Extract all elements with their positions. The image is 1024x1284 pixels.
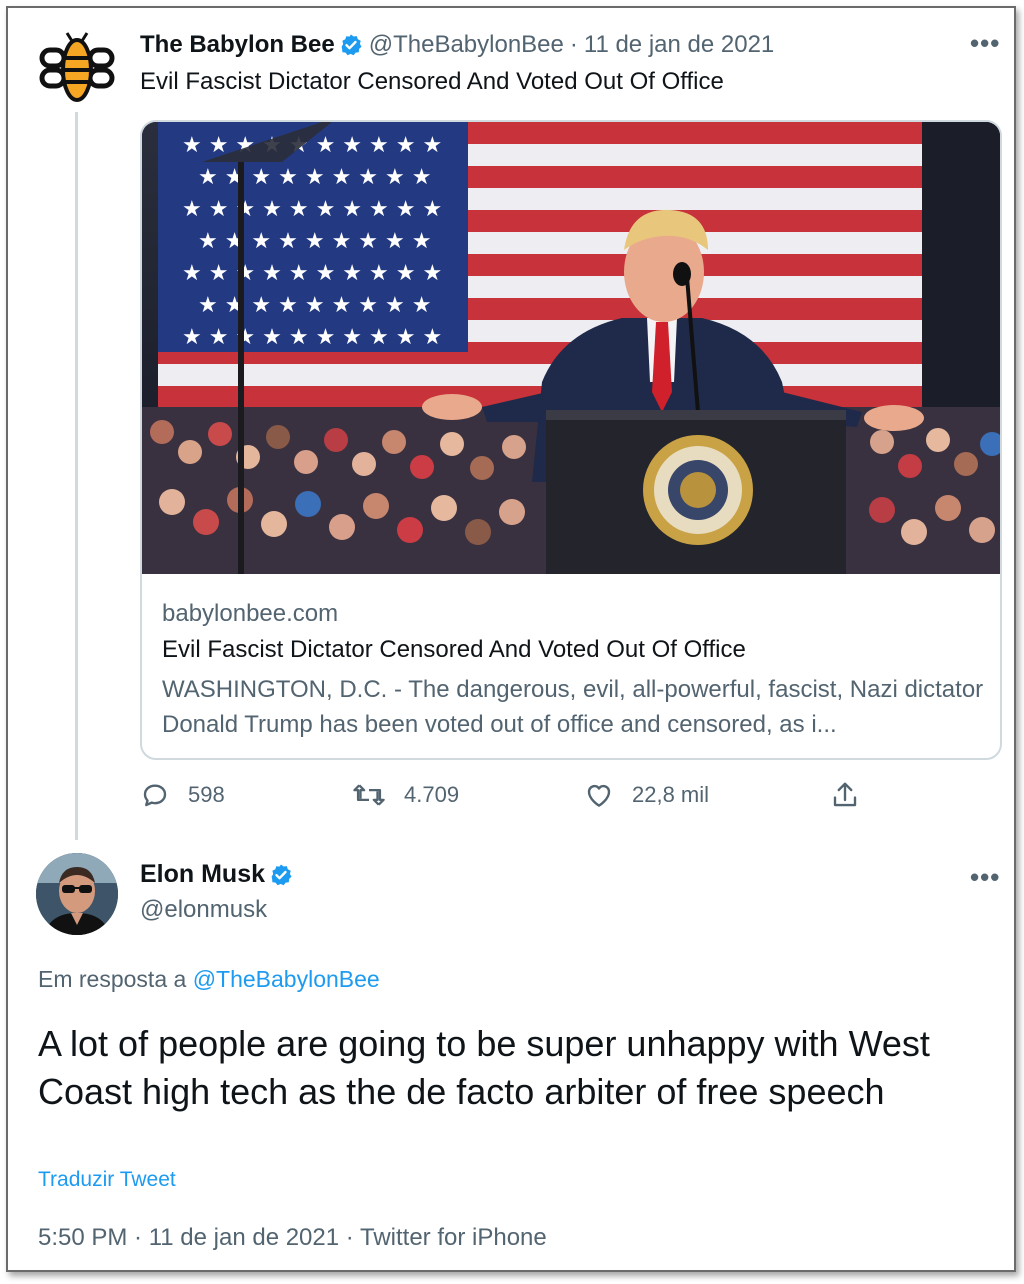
- card-title: Evil Fascist Dictator Censored And Voted…: [162, 636, 746, 663]
- like-count: 22,8 mil: [632, 782, 710, 807]
- retweet-count: 4.709: [404, 782, 460, 807]
- reply-context: Em resposta a @TheBabylonBee: [38, 966, 380, 993]
- reply-count: 598: [188, 782, 225, 807]
- reply-icon: [143, 784, 167, 807]
- verified-badge-icon: [341, 34, 362, 56]
- thread-line: [75, 112, 78, 840]
- svg-text:★ ★ ★ ★ ★ ★ ★ ★ ★: ★ ★ ★ ★ ★ ★ ★ ★ ★: [198, 293, 431, 318]
- svg-text:★ ★ ★ ★ ★ ★ ★ ★ ★: ★ ★ ★ ★ ★ ★ ★ ★ ★: [198, 165, 431, 190]
- reply-handle-link[interactable]: @TheBabylonBee: [193, 966, 380, 992]
- link-card[interactable]: ★ ★ ★ ★ ★ ★ ★ ★ ★ ★ ★ ★ ★ ★ ★ ★ ★ ★ ★ ★ …: [140, 120, 1002, 760]
- verified-badge-icon: [271, 864, 292, 885]
- tweet2-text: A lot of people are going to be super un…: [38, 1023, 930, 1112]
- tweet1-header: The Babylon Bee @TheBabylonBee · 11 de j…: [140, 30, 774, 60]
- tweet1-date[interactable]: 11 de jan de 2021: [584, 31, 774, 59]
- reply-button[interactable]: 598: [140, 780, 225, 810]
- separator-dot: ·: [569, 31, 578, 58]
- tweet2-header: Elon Musk: [140, 860, 299, 889]
- babylon-bee-logo: [39, 32, 115, 102]
- elon-musk-avatar[interactable]: [36, 853, 118, 935]
- svg-text:★ ★ ★ ★ ★ ★ ★ ★ ★: ★ ★ ★ ★ ★ ★ ★ ★ ★: [198, 229, 431, 254]
- svg-text:★ ★ ★ ★ ★ ★ ★ ★ ★ ★: ★ ★ ★ ★ ★ ★ ★ ★ ★ ★: [182, 261, 442, 286]
- retweet-button[interactable]: 4.709: [352, 780, 459, 810]
- screenshot-frame: The Babylon Bee @TheBabylonBee · 11 de j…: [6, 6, 1016, 1272]
- svg-text:★ ★ ★ ★ ★ ★ ★ ★ ★ ★: ★ ★ ★ ★ ★ ★ ★ ★ ★ ★: [182, 197, 442, 222]
- like-icon: [587, 784, 611, 807]
- card-domain: babylonbee.com: [162, 600, 339, 627]
- svg-text:★ ★ ★ ★ ★ ★ ★ ★ ★ ★: ★ ★ ★ ★ ★ ★ ★ ★ ★ ★: [182, 325, 442, 350]
- share-icon: [833, 782, 857, 807]
- tweet1-action-bar: 598 4.709 22,8 mil: [140, 780, 880, 820]
- tweet1-more-icon[interactable]: •••: [970, 28, 1000, 59]
- retweet-icon: [353, 784, 385, 806]
- reply-prefix: Em resposta a: [38, 966, 187, 992]
- tweet2-more-icon[interactable]: •••: [970, 862, 1000, 893]
- like-button[interactable]: 22,8 mil: [584, 780, 709, 810]
- tweet2-handle[interactable]: @elonmusk: [140, 896, 267, 924]
- tweet1-text: Evil Fascist Dictator Censored And Voted…: [140, 68, 724, 95]
- tweet2-meta[interactable]: 5:50 PM · 11 de jan de 2021 · Twitter fo…: [38, 1224, 547, 1252]
- share-button[interactable]: [830, 780, 878, 810]
- translate-tweet-link[interactable]: Traduzir Tweet: [38, 1168, 176, 1192]
- card-description: WASHINGTON, D.C. - The dangerous, evil, …: [162, 676, 984, 738]
- babylon-bee-avatar[interactable]: [38, 30, 116, 108]
- tweet2-display-name[interactable]: Elon Musk: [140, 860, 265, 889]
- tweet1-display-name[interactable]: The Babylon Bee: [140, 31, 335, 59]
- card-image: ★ ★ ★ ★ ★ ★ ★ ★ ★ ★ ★ ★ ★ ★ ★ ★ ★ ★ ★ ★ …: [142, 122, 1000, 574]
- tweet1-handle[interactable]: @TheBabylonBee: [369, 31, 564, 59]
